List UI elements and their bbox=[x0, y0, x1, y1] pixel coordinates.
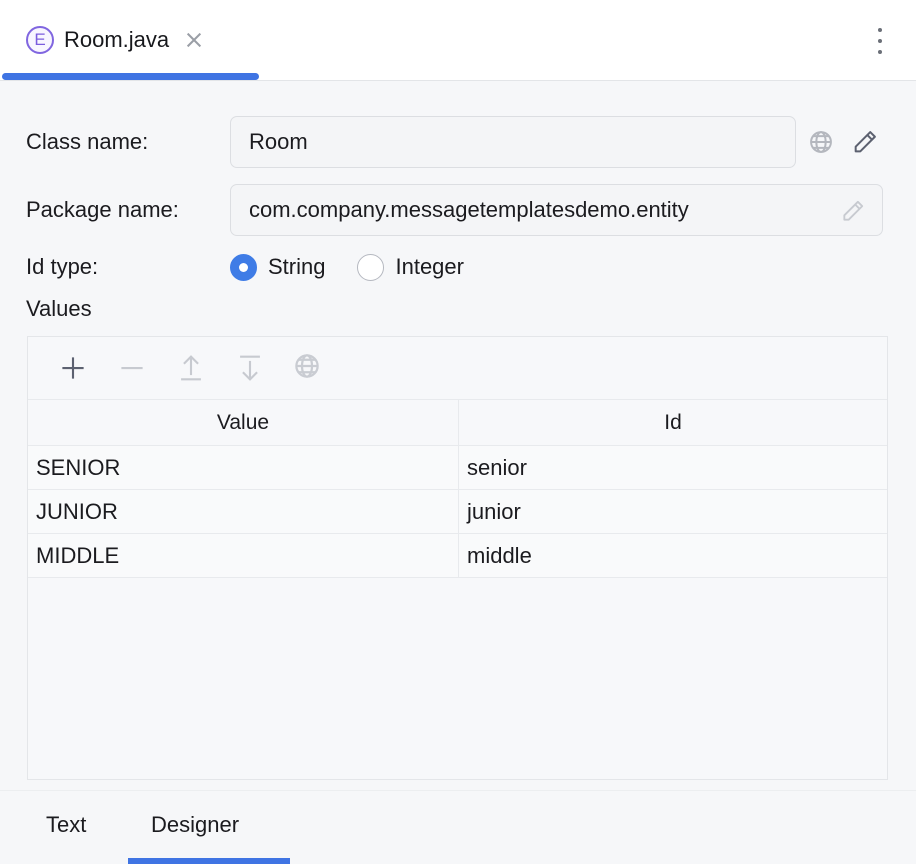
cell-id[interactable]: senior bbox=[459, 446, 887, 489]
cell-value[interactable]: JUNIOR bbox=[28, 490, 459, 533]
values-table-panel: Value Id SENIOR senior JUNIOR junior MID… bbox=[27, 336, 888, 780]
table-empty-area bbox=[28, 577, 887, 737]
pencil-icon[interactable] bbox=[840, 198, 866, 224]
values-label: Values bbox=[26, 296, 92, 322]
editor-mode-tabs: Text Designer bbox=[0, 790, 916, 864]
tab-designer[interactable]: Designer bbox=[151, 812, 239, 838]
values-table-body: SENIOR senior JUNIOR junior MIDDLE middl… bbox=[28, 445, 887, 737]
class-name-row: Class name: Room bbox=[0, 116, 916, 168]
class-name-label: Class name: bbox=[26, 129, 148, 155]
localize-button[interactable] bbox=[292, 351, 326, 385]
radio-label-string: String bbox=[268, 254, 325, 280]
radio-button-selected[interactable] bbox=[230, 254, 257, 281]
id-type-label: Id type: bbox=[26, 254, 98, 280]
column-header-id[interactable]: Id bbox=[459, 400, 887, 445]
radio-label-integer: Integer bbox=[395, 254, 464, 280]
active-mode-tab-indicator bbox=[128, 858, 290, 864]
cell-id[interactable]: middle bbox=[459, 534, 887, 577]
radio-option-integer[interactable]: Integer bbox=[357, 254, 464, 281]
radio-button-unselected[interactable] bbox=[357, 254, 384, 281]
dot bbox=[878, 28, 882, 32]
close-icon[interactable] bbox=[183, 29, 205, 51]
designer-form: Class name: Room Package name: com.compa… bbox=[0, 81, 916, 864]
package-name-value: com.company.messagetemplatesdemo.entity bbox=[249, 197, 689, 223]
table-row[interactable]: MIDDLE middle bbox=[28, 533, 887, 577]
move-up-button[interactable] bbox=[174, 351, 208, 385]
package-name-label: Package name: bbox=[26, 197, 179, 223]
enum-class-icon: E bbox=[26, 26, 54, 54]
remove-value-button[interactable] bbox=[115, 351, 149, 385]
table-row[interactable]: JUNIOR junior bbox=[28, 489, 887, 533]
editor-tab-room-java[interactable]: E Room.java bbox=[2, 0, 258, 80]
active-tab-indicator bbox=[2, 73, 259, 80]
dot bbox=[878, 50, 882, 54]
cell-id[interactable]: junior bbox=[459, 490, 887, 533]
tab-text[interactable]: Text bbox=[46, 812, 86, 838]
package-name-input[interactable]: com.company.messagetemplatesdemo.entity bbox=[230, 184, 883, 236]
cell-value[interactable]: MIDDLE bbox=[28, 534, 459, 577]
id-type-row: Id type: String Integer bbox=[0, 251, 916, 283]
table-row[interactable]: SENIOR senior bbox=[28, 445, 887, 489]
globe-icon[interactable] bbox=[807, 128, 835, 156]
radio-option-string[interactable]: String bbox=[230, 254, 325, 281]
id-type-radio-group: String Integer bbox=[230, 245, 496, 289]
column-header-value[interactable]: Value bbox=[28, 400, 459, 445]
more-vertical-icon[interactable] bbox=[872, 28, 888, 54]
values-section-header: Values bbox=[0, 296, 916, 326]
package-name-row: Package name: com.company.messagetemplat… bbox=[0, 184, 916, 236]
editor-tab-bar: E Room.java bbox=[0, 0, 916, 81]
pencil-icon[interactable] bbox=[851, 128, 879, 156]
cell-value[interactable]: SENIOR bbox=[28, 446, 459, 489]
values-table-header: Value Id bbox=[28, 399, 887, 445]
add-value-button[interactable] bbox=[56, 351, 90, 385]
dot bbox=[878, 39, 882, 43]
class-name-input[interactable]: Room bbox=[230, 116, 796, 168]
values-table-toolbar bbox=[28, 337, 887, 399]
editor-tab-label: Room.java bbox=[64, 27, 169, 53]
move-down-button[interactable] bbox=[233, 351, 267, 385]
